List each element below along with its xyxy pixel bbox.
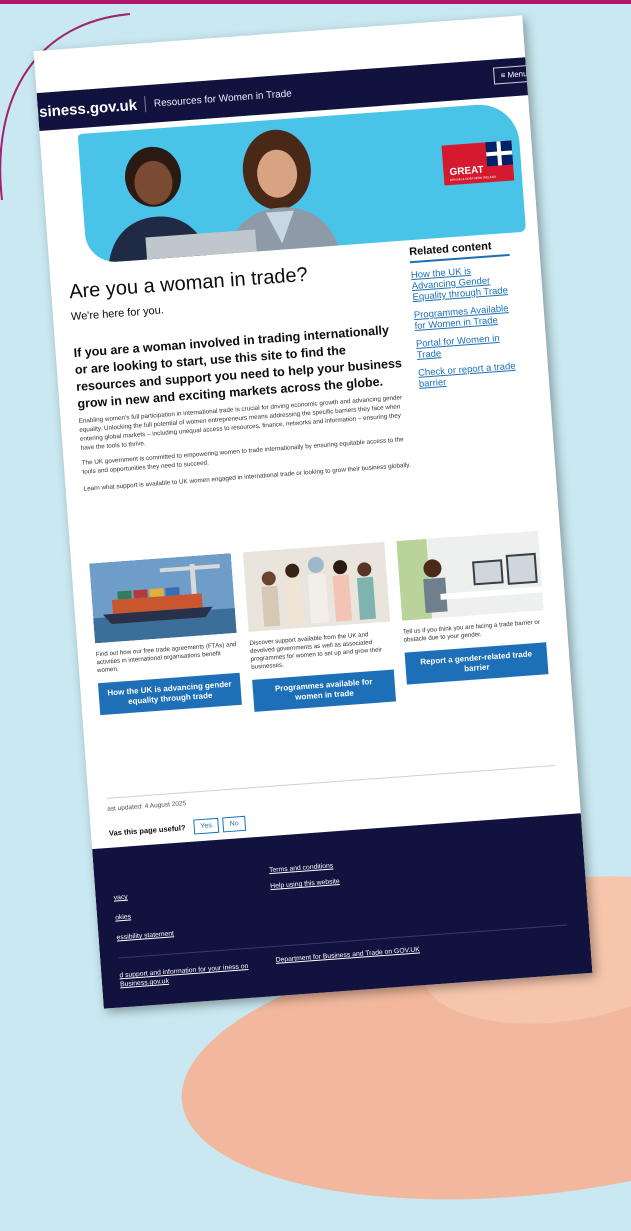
card-gender-equality: Find out how our free trade agreements (…	[89, 553, 242, 716]
card-description: Discover support available from the UK a…	[249, 631, 383, 671]
footer-link-privacy[interactable]: vacy	[113, 893, 128, 903]
gender-equality-button[interactable]: How the UK is advancing gender equality …	[97, 672, 242, 716]
card-trade-barrier: Tell us if you think you are facing a tr…	[396, 530, 549, 685]
related-content-title: Related content	[408, 238, 510, 264]
great-britain-badge: GREAT BRITAIN & NORTHERN IRELAND	[441, 140, 515, 186]
no-button[interactable]: No	[222, 815, 247, 833]
page-title: Are you a woman in trade?	[68, 263, 309, 304]
related-link-portal[interactable]: Portal for Women in Trade	[416, 332, 517, 361]
cargo-ship-image	[89, 553, 237, 644]
footer-link-terms[interactable]: Terms and conditions	[269, 861, 334, 875]
page-useful-question: Vas this page useful? Yes No	[108, 815, 247, 841]
site-logo[interactable]: usiness.gov.uk	[34, 96, 138, 121]
hero-banner: GREAT BRITAIN & NORTHERN IRELAND	[77, 101, 527, 264]
menu-button[interactable]: ≡ Menu	[493, 64, 542, 85]
programmes-button[interactable]: Programmes available for women in trade	[252, 669, 397, 712]
related-content: Related content How the UK is Advancing …	[408, 238, 519, 390]
union-flag-icon	[485, 140, 514, 167]
related-link-programmes[interactable]: Programmes Available for Women in Trade	[413, 303, 514, 332]
group-of-women-image	[242, 541, 391, 633]
webpage-screenshot: usiness.gov.uk Resources for Women in Tr…	[33, 15, 593, 1009]
page-tagline: We're here for you.	[70, 304, 165, 324]
header-separator	[144, 96, 147, 113]
footer-link-business-support[interactable]: d support and information for your iness…	[119, 961, 260, 989]
woman-at-computer-image	[396, 530, 544, 621]
useful-question-label: Vas this page useful?	[108, 823, 186, 838]
card-description: Find out how our free trade agreements (…	[95, 640, 237, 675]
yes-button[interactable]: Yes	[192, 817, 220, 835]
footer-link-dbt[interactable]: Department for Business and Trade on GOV…	[275, 945, 425, 965]
related-link-gender-equality[interactable]: How the UK is Advancing Gender Equality …	[411, 263, 513, 303]
card-description: Tell us if you think you are facing a tr…	[402, 618, 541, 644]
footer-link-help[interactable]: Help using this website	[270, 877, 340, 891]
top-accent-line	[0, 0, 631, 4]
footer-link-accessibility[interactable]: essibility statement	[116, 929, 174, 942]
last-updated-text: ast updated: 4 August 2025	[106, 800, 187, 813]
related-link-trade-barrier[interactable]: Check or report a trade barrier	[418, 361, 519, 390]
service-name[interactable]: Resources for Women in Trade	[154, 88, 293, 109]
report-barrier-button[interactable]: Report a gender-related trade barrier	[404, 642, 549, 685]
content-divider	[106, 764, 556, 799]
footer-link-cookies[interactable]: okies	[115, 912, 131, 922]
card-programmes: Discover support available from the UK a…	[242, 541, 397, 712]
